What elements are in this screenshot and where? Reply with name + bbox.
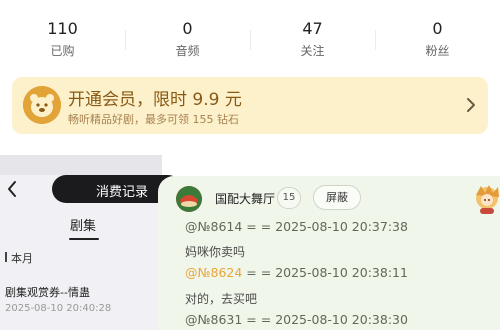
- tab-drama[interactable]: 剧集: [70, 215, 96, 234]
- stat-label: 已购: [50, 44, 75, 58]
- chat-message-text: 妈咪你卖吗: [185, 245, 246, 259]
- stat-audio[interactable]: 0 音频: [125, 0, 250, 70]
- message-user[interactable]: @№8624: [185, 265, 242, 280]
- stat-value: 47: [302, 19, 323, 38]
- member-count-badge[interactable]: 15: [277, 187, 301, 209]
- bear-icon: [23, 86, 61, 124]
- stat-label: 粉丝: [425, 44, 450, 58]
- room-name: 国配大舞厅: [215, 192, 276, 206]
- message-time: = = 2025-08-10 20:38:11: [246, 265, 408, 280]
- stat-value: 0: [182, 19, 193, 38]
- message-user[interactable]: @№8631: [185, 312, 242, 327]
- stat-purchased[interactable]: 110 已购: [0, 0, 125, 70]
- chat-message-header: @№8614 = = 2025-08-10 20:37:38: [185, 219, 408, 234]
- message-time: = = 2025-08-10 20:37:38: [246, 219, 408, 234]
- stat-label: 关注: [300, 44, 325, 58]
- stat-value: 0: [432, 19, 443, 38]
- vip-subtitle: 畅听精品好剧，最多可领 155 钻石: [68, 113, 239, 126]
- block-button[interactable]: 屏蔽: [313, 185, 361, 210]
- message-user[interactable]: @№8614: [185, 219, 242, 234]
- profile-stats: 110 已购 0 音频 47 关注 0 粉丝: [0, 0, 500, 70]
- chevron-right-icon: [467, 98, 475, 112]
- section-month: 本月: [5, 250, 33, 266]
- chat-message-header: @№8624 = = 2025-08-10 20:38:11: [185, 265, 408, 280]
- section-month-label: 本月: [11, 252, 33, 265]
- vip-banner[interactable]: 开通会员，限时 9.9 元 畅听精品好剧，最多可领 155 钻石: [12, 77, 488, 134]
- status-strip: [0, 155, 162, 175]
- room-avatar[interactable]: [176, 186, 202, 212]
- back-arrow-icon[interactable]: [6, 180, 18, 198]
- stat-label: 音频: [175, 44, 200, 58]
- record-time: 2025-08-10 20:40:28: [5, 303, 112, 314]
- stat-fans[interactable]: 0 粉丝: [375, 0, 500, 70]
- message-time: = = 2025-08-10 20:38:30: [246, 312, 408, 327]
- tab-active-indicator: [69, 238, 99, 240]
- stat-following[interactable]: 47 关注: [250, 0, 375, 70]
- vip-title: 开通会员，限时 9.9 元: [68, 90, 242, 110]
- chat-message-header: @№8631 = = 2025-08-10 20:38:30: [185, 312, 408, 327]
- purchase-records-label: 消费记录: [96, 185, 149, 200]
- chat-message-text: 对的，去买吧: [185, 292, 258, 306]
- record-title[interactable]: 剧集观赏券--情蛊: [5, 284, 90, 300]
- character-avatar-icon[interactable]: [472, 183, 500, 215]
- stat-value: 110: [47, 19, 78, 38]
